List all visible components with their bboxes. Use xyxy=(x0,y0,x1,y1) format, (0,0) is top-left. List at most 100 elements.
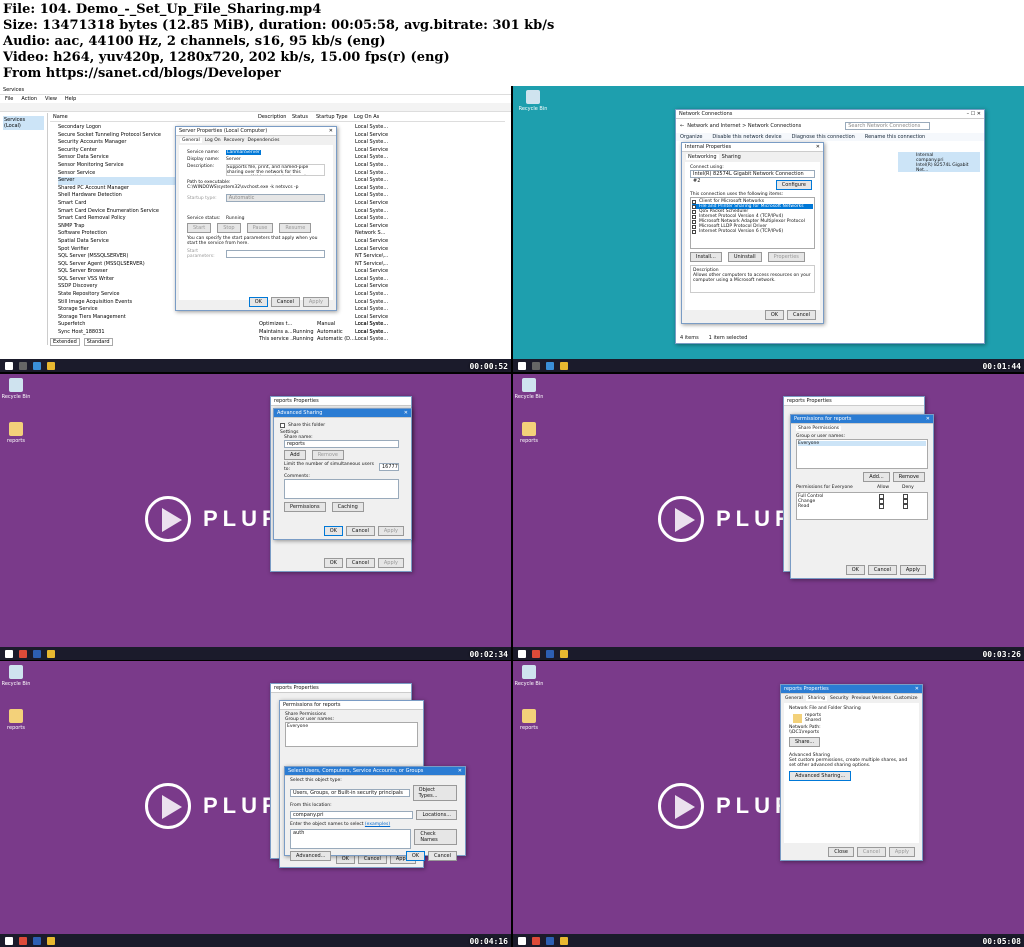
close-icon[interactable]: ✕ xyxy=(926,416,930,422)
remove-button[interactable]: Remove xyxy=(311,450,344,460)
recycle-bin[interactable]: Recycle Bin xyxy=(513,90,553,112)
service-logon-cell[interactable]: Local Syste... xyxy=(355,192,389,200)
recycle-bin[interactable]: Recycle Bin xyxy=(513,378,549,400)
service-logon-cell[interactable]: NT Service\... xyxy=(355,253,389,261)
search-icon[interactable] xyxy=(19,361,27,370)
powershell-icon[interactable] xyxy=(546,936,554,945)
cancel-button[interactable]: Cancel xyxy=(867,565,897,575)
service-logon-cell[interactable]: Local Service xyxy=(355,223,389,231)
service-logon-cell[interactable]: Local Syste... xyxy=(355,162,389,170)
start-icon[interactable] xyxy=(518,936,526,945)
service-row[interactable]: Superfetch xyxy=(58,321,208,329)
tab-general[interactable]: General xyxy=(785,696,803,701)
start-icon[interactable] xyxy=(5,936,13,945)
check-names-button[interactable]: Check Names xyxy=(414,829,457,845)
group-item-everyone[interactable]: Everyone xyxy=(287,724,416,729)
item-checkbox[interactable] xyxy=(692,214,696,219)
reports-folder[interactable]: reports xyxy=(513,422,549,444)
advanced-button[interactable]: Advanced... xyxy=(290,851,332,861)
service-logon-cell[interactable]: Local Service xyxy=(355,132,389,140)
start-icon[interactable] xyxy=(518,649,526,658)
search-icon[interactable] xyxy=(532,361,540,370)
add-button[interactable]: Add... xyxy=(863,472,890,482)
tab-dependencies[interactable]: Dependencies xyxy=(247,138,279,143)
reports-folder[interactable]: reports xyxy=(0,422,36,444)
disable-device-button[interactable]: Disable this network device xyxy=(712,134,781,140)
powershell-icon[interactable] xyxy=(33,936,41,945)
folder-icon[interactable] xyxy=(560,361,568,370)
apply-button[interactable]: Apply xyxy=(377,526,404,536)
item-checkbox[interactable] xyxy=(692,224,696,229)
recycle-bin[interactable]: Recycle Bin xyxy=(0,665,36,687)
object-names-input[interactable]: auth xyxy=(290,829,412,849)
tab-share-permissions[interactable]: Share Permissions xyxy=(796,426,842,431)
organize-menu[interactable]: Organize xyxy=(680,134,702,140)
connection-item[interactable]: Internet Protocol Version 6 (TCP/IPv6) xyxy=(692,229,813,234)
ok-button[interactable]: OK xyxy=(323,526,343,536)
service-detail-row[interactable]: This service ... Running Automatic (D... Lo… xyxy=(259,336,389,344)
apply-button[interactable]: Apply xyxy=(302,297,329,307)
add-button[interactable]: Add xyxy=(284,450,306,460)
powershell-icon[interactable] xyxy=(33,649,41,658)
cancel-button[interactable]: Cancel xyxy=(270,297,300,307)
chrome-icon[interactable] xyxy=(19,649,27,658)
item-checkbox[interactable] xyxy=(692,209,696,214)
object-types-button[interactable]: Object Types... xyxy=(412,785,457,801)
back-icon[interactable]: ← xyxy=(680,123,684,129)
col-status[interactable]: Status xyxy=(292,114,316,121)
service-logon-cell[interactable]: Local Syste... xyxy=(355,170,389,178)
allow-checkbox[interactable] xyxy=(879,504,884,509)
service-logon-cell[interactable]: Local Syste... xyxy=(355,124,389,132)
start-params-input[interactable] xyxy=(225,250,325,258)
service-logon-cell[interactable]: Local Syste... xyxy=(355,276,389,284)
tab-standard[interactable]: Standard xyxy=(83,338,113,346)
back-apply-button[interactable]: Apply xyxy=(377,558,404,568)
reports-folder[interactable]: reports xyxy=(0,709,36,731)
menu-view[interactable]: View xyxy=(45,96,57,102)
cancel-button[interactable]: Cancel xyxy=(428,851,457,861)
remove-button[interactable]: Remove xyxy=(892,472,925,482)
service-detail-row[interactable]: Optimizes t... Manual Local Syste... xyxy=(259,321,389,329)
folder-icon[interactable] xyxy=(560,936,568,945)
tab-previous-versions[interactable]: Previous Versions xyxy=(852,696,891,701)
startup-select[interactable]: Automatic xyxy=(225,194,325,202)
col-name[interactable]: Name xyxy=(50,114,258,121)
close-icon[interactable]: ✕ xyxy=(915,686,919,692)
edge-icon[interactable] xyxy=(546,361,554,370)
menu-help[interactable]: Help xyxy=(65,96,76,102)
col-logon[interactable]: Log On As xyxy=(354,114,379,121)
breadcrumb[interactable]: Network and Internet > Network Connectio… xyxy=(687,123,842,129)
back-ok-button[interactable]: OK xyxy=(323,558,343,568)
start-icon[interactable] xyxy=(5,361,13,370)
advanced-sharing-button[interactable]: Advanced Sharing... xyxy=(789,771,852,781)
properties-button[interactable]: Properties xyxy=(767,252,805,262)
edge-icon[interactable] xyxy=(33,361,41,370)
share-checkbox[interactable] xyxy=(280,423,285,428)
comments-input[interactable] xyxy=(284,479,399,499)
service-logon-cell[interactable]: Local Service xyxy=(355,268,389,276)
examples-link[interactable]: (examples) xyxy=(365,822,390,827)
locations-button[interactable]: Locations... xyxy=(416,810,457,820)
share-name-select[interactable]: reports xyxy=(284,440,399,448)
deny-checkbox[interactable] xyxy=(903,504,908,509)
service-logon-cell[interactable]: Local Service xyxy=(355,147,389,155)
install-button[interactable]: Install... xyxy=(690,252,722,262)
group-item-everyone[interactable]: Everyone xyxy=(798,441,926,446)
close-button[interactable]: Close xyxy=(828,847,854,857)
back-cancel-button[interactable]: Cancel xyxy=(345,558,375,568)
ok-button[interactable]: OK xyxy=(764,310,785,320)
tab-sharing[interactable]: Sharing xyxy=(722,154,741,160)
service-logon-cell[interactable]: Local Service xyxy=(355,200,389,208)
service-logon-cell[interactable]: Local Syste... xyxy=(355,177,389,185)
service-logon-cell[interactable]: Local Service xyxy=(355,238,389,246)
service-logon-cell[interactable]: Local Syste... xyxy=(355,306,389,314)
tab-sharing[interactable]: Sharing xyxy=(805,696,828,701)
recycle-bin[interactable]: Recycle Bin xyxy=(0,378,36,400)
service-logon-cell[interactable]: Local Service xyxy=(355,283,389,291)
window-controls-icon[interactable]: – ☐ ✕ xyxy=(967,111,981,117)
apply-button[interactable]: Apply xyxy=(899,565,926,575)
nc-search-input[interactable]: Search Network Connections xyxy=(845,122,931,130)
uninstall-button[interactable]: Uninstall xyxy=(727,252,762,262)
chrome-icon[interactable] xyxy=(19,936,27,945)
permissions-button[interactable]: Permissions xyxy=(284,502,326,512)
